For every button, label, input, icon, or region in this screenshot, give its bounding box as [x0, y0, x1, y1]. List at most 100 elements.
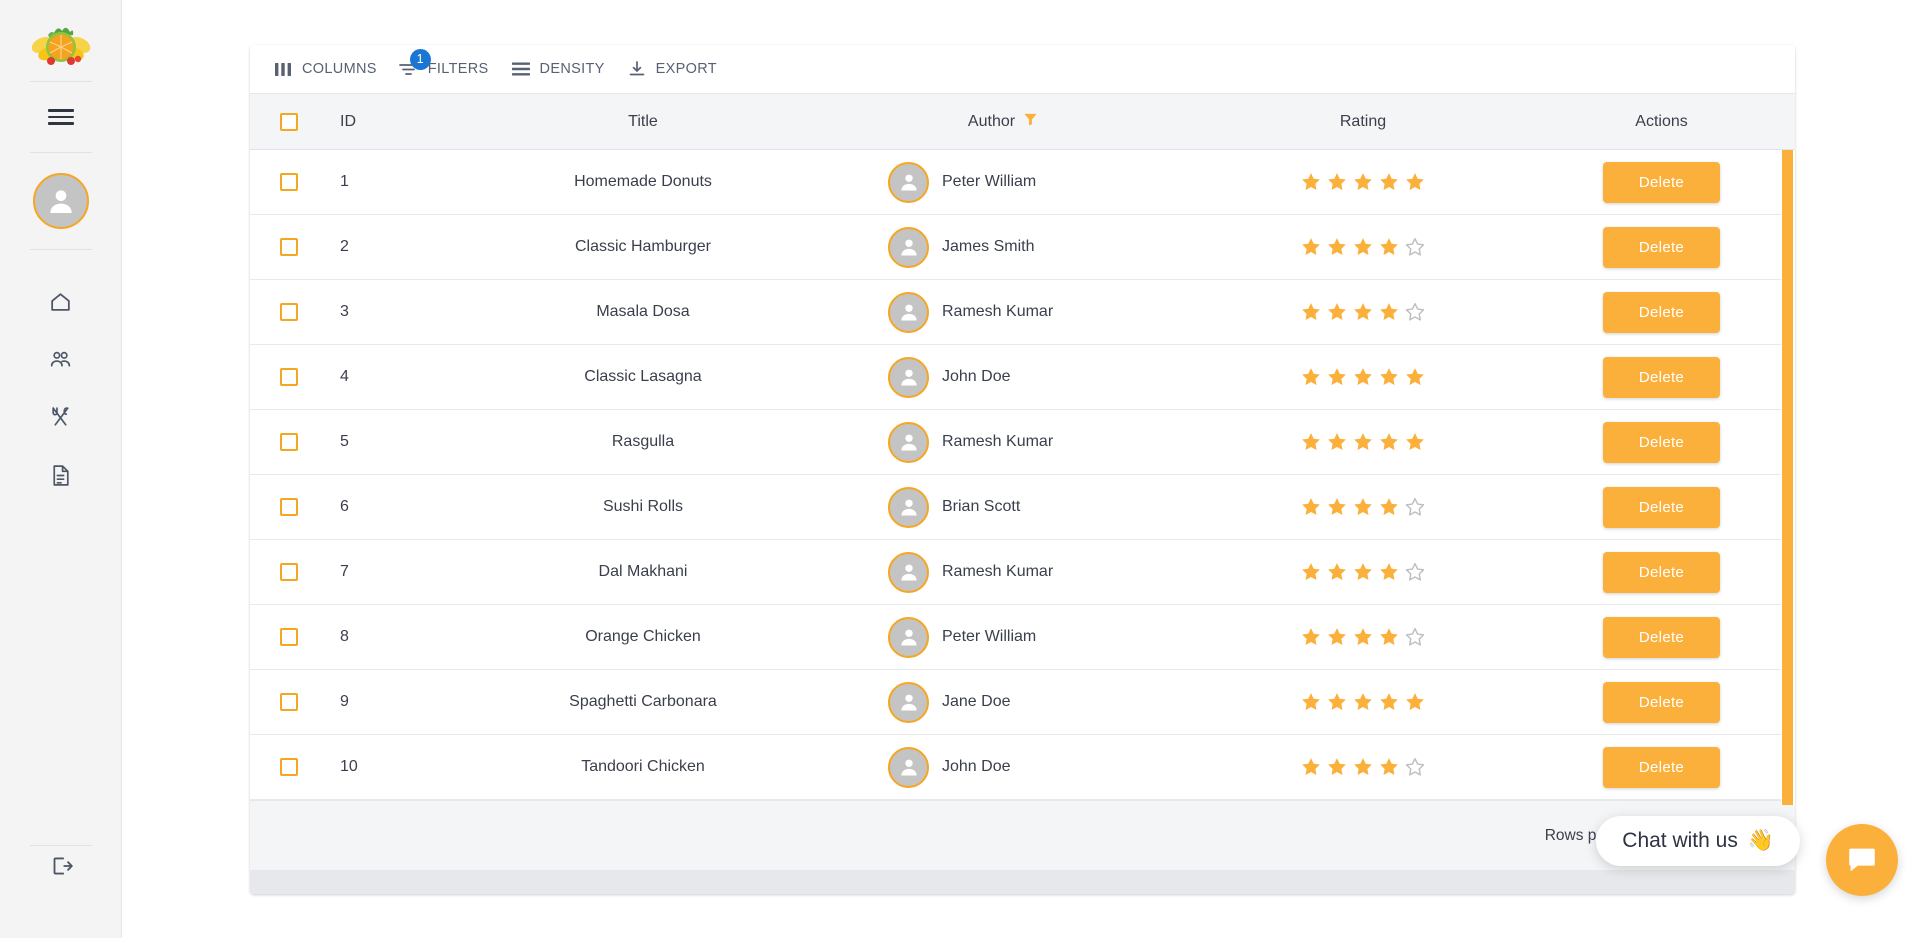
density-button[interactable]: DENSITY: [502, 52, 614, 86]
star-rating: [1300, 496, 1426, 518]
chat-launcher-button[interactable]: [1826, 824, 1898, 896]
table-row[interactable]: 10 Tandoori Chicken John Doe Delete: [250, 735, 1795, 800]
user-avatar-icon: [32, 173, 89, 229]
cutlery-icon: [52, 406, 69, 426]
row-select-checkbox[interactable]: [250, 758, 328, 776]
delete-button[interactable]: Delete: [1603, 226, 1720, 268]
data-grid-card: COLUMNS 1 FILTERS DENSITY EXPORT ID Titl…: [250, 45, 1795, 894]
users-icon: [50, 351, 71, 367]
row-select-checkbox[interactable]: [250, 693, 328, 711]
cell-title: Dal Makhani: [598, 563, 688, 580]
table-row[interactable]: 4 Classic Lasagna John Doe Delete: [250, 345, 1795, 410]
cell-id: 7: [340, 563, 349, 580]
delete-button[interactable]: Delete: [1603, 746, 1720, 788]
star-rating: [1300, 691, 1426, 713]
column-header-id[interactable]: ID: [328, 113, 478, 131]
delete-button[interactable]: Delete: [1603, 161, 1720, 203]
table-row[interactable]: 9 Spaghetti Carbonara Jane Doe Delete: [250, 670, 1795, 735]
cell-author: Peter William: [808, 161, 1198, 203]
sidebar-divider-3: [29, 249, 92, 250]
vertical-scrollbar-thumb[interactable]: [1782, 150, 1793, 805]
cell-rating: [1198, 691, 1528, 713]
column-header-actions[interactable]: Actions: [1528, 113, 1795, 131]
sidebar-divider-2: [29, 152, 92, 153]
select-all-checkbox[interactable]: [250, 112, 328, 131]
row-select-checkbox[interactable]: [250, 628, 328, 646]
column-header-rating[interactable]: Rating: [1198, 113, 1528, 131]
author-name: Ramesh Kumar: [942, 563, 1054, 580]
delete-button[interactable]: Delete: [1603, 291, 1720, 333]
avatar: [888, 551, 929, 593]
delete-button[interactable]: Delete: [1603, 356, 1720, 398]
sidebar-item-recipes[interactable]: [30, 397, 92, 437]
author-name: Peter William: [942, 173, 1037, 190]
cell-rating: [1198, 756, 1528, 778]
table-row[interactable]: 1 Homemade Donuts Peter William Delete: [250, 150, 1795, 215]
sidebar-item-documents[interactable]: [30, 455, 92, 495]
table-row[interactable]: 2 Classic Hamburger James Smith Delete: [250, 215, 1795, 280]
cell-actions: Delete: [1528, 161, 1795, 203]
table-row[interactable]: 8 Orange Chicken Peter William Delete: [250, 605, 1795, 670]
cell-rating: [1198, 236, 1528, 258]
chat-prompt-bubble[interactable]: Chat with us 👋: [1596, 816, 1800, 866]
columns-button[interactable]: COLUMNS: [264, 52, 386, 86]
sidebar-item-users[interactable]: [30, 339, 92, 379]
columns-icon: [273, 59, 293, 79]
cell-id: 6: [340, 498, 349, 515]
cell-id: 8: [340, 628, 349, 645]
sidebar-item-profile[interactable]: [30, 162, 92, 240]
author-name: John Doe: [942, 758, 1011, 775]
avatar: [888, 746, 929, 788]
sidebar-divider-1: [29, 81, 92, 82]
star-rating: [1300, 431, 1426, 453]
table-row[interactable]: 7 Dal Makhani Ramesh Kumar Delete: [250, 540, 1795, 605]
filters-badge: 1: [409, 49, 431, 70]
cell-title: Homemade Donuts: [574, 173, 712, 190]
checkbox-box: [280, 303, 298, 321]
row-select-checkbox[interactable]: [250, 173, 328, 191]
column-header-title[interactable]: Title: [478, 113, 808, 131]
delete-button[interactable]: Delete: [1603, 681, 1720, 723]
table-row[interactable]: 3 Masala Dosa Ramesh Kumar Delete: [250, 280, 1795, 345]
chat-bubble-icon: [1849, 848, 1875, 872]
cell-author: Brian Scott: [808, 486, 1198, 528]
column-header-author[interactable]: Author: [808, 112, 1198, 132]
row-select-checkbox[interactable]: [250, 498, 328, 516]
export-button[interactable]: EXPORT: [618, 52, 726, 86]
table-row[interactable]: 6 Sushi Rolls Brian Scott Delete: [250, 475, 1795, 540]
columns-label: COLUMNS: [302, 61, 377, 77]
sidebar-item-logout[interactable]: [30, 846, 92, 886]
app-logo[interactable]: [30, 16, 92, 72]
delete-button[interactable]: Delete: [1603, 486, 1720, 528]
cell-actions: Delete: [1528, 616, 1795, 658]
row-select-checkbox[interactable]: [250, 368, 328, 386]
star-rating: [1300, 561, 1426, 583]
delete-button[interactable]: Delete: [1603, 421, 1720, 463]
table-row[interactable]: 5 Rasgulla Ramesh Kumar Delete: [250, 410, 1795, 475]
checkbox-box: [280, 498, 298, 516]
avatar: [888, 356, 929, 398]
delete-button[interactable]: Delete: [1603, 616, 1720, 658]
cell-rating: [1198, 366, 1528, 388]
sidebar: [0, 0, 122, 938]
vertical-scrollbar[interactable]: [1781, 150, 1795, 805]
grid-footer: Rows per page: 100 1–1: [250, 800, 1795, 870]
cell-id: 10: [340, 758, 358, 775]
horizontal-scrollbar[interactable]: [250, 870, 1795, 894]
filters-button[interactable]: 1 FILTERS: [390, 49, 498, 86]
checkbox-box: [280, 693, 298, 711]
data-grid: ID Title Author Rating Actions 1 Homemade…: [250, 93, 1795, 805]
sidebar-item-home[interactable]: [30, 281, 92, 321]
cell-rating: [1198, 431, 1528, 453]
checkbox-box: [280, 112, 298, 131]
row-select-checkbox[interactable]: [250, 303, 328, 321]
checkbox-box: [280, 368, 298, 386]
sidebar-item-menu[interactable]: [30, 91, 92, 143]
cell-author: Ramesh Kumar: [808, 421, 1198, 463]
row-select-checkbox[interactable]: [250, 433, 328, 451]
row-select-checkbox[interactable]: [250, 238, 328, 256]
row-select-checkbox[interactable]: [250, 563, 328, 581]
cell-id: 2: [340, 238, 349, 255]
delete-button[interactable]: Delete: [1603, 551, 1720, 593]
citrus-fruit-logo: [31, 27, 90, 65]
